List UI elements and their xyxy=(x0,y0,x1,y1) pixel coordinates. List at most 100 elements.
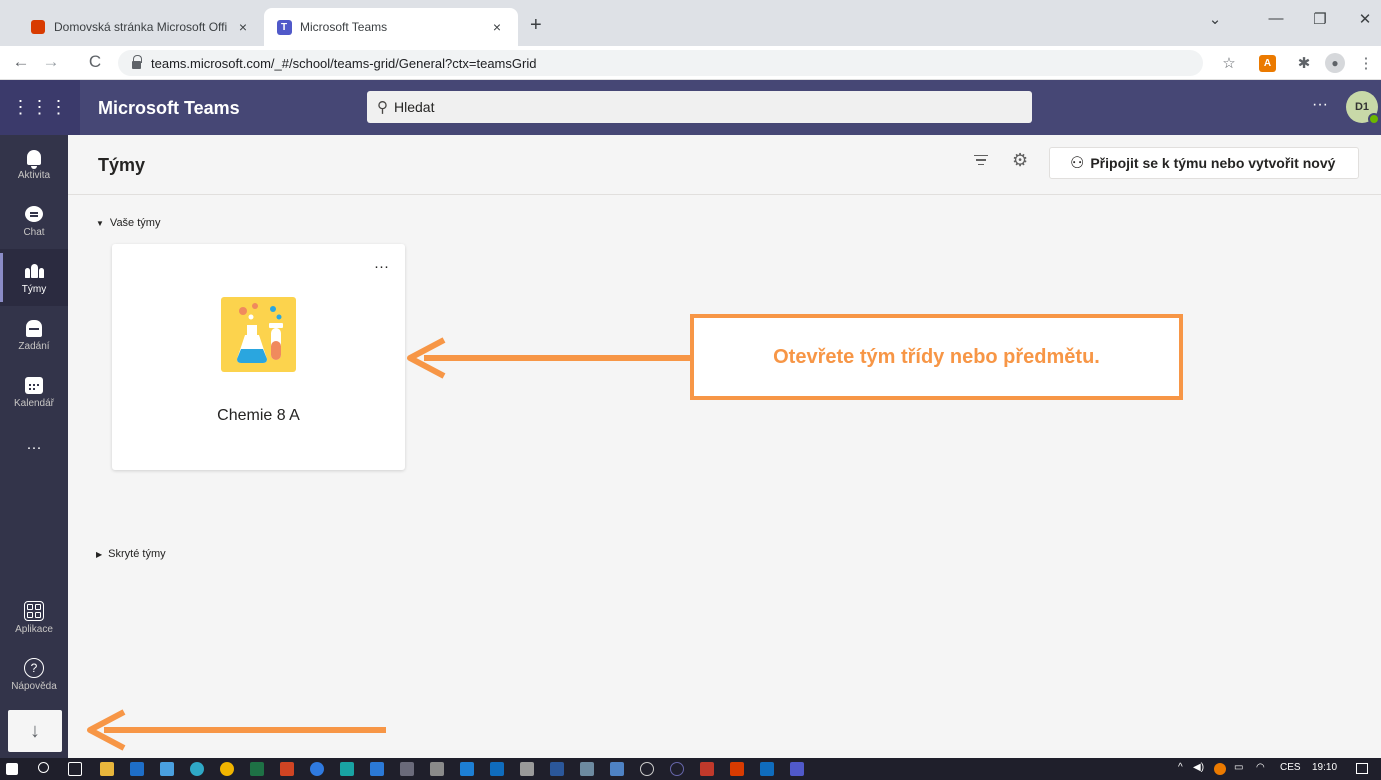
team-card[interactable]: ··· Chemie 8 A xyxy=(112,244,405,470)
notifications-icon[interactable] xyxy=(1356,763,1368,774)
maximize-button[interactable]: ❐ xyxy=(1305,10,1335,28)
word-icon[interactable] xyxy=(550,762,564,776)
tab-office-home[interactable]: Domovská stránka Microsoft Offi × xyxy=(18,8,264,46)
lock-icon xyxy=(132,54,142,69)
outlook-icon[interactable] xyxy=(760,762,774,776)
chrome-icon[interactable] xyxy=(220,762,234,776)
search-icon[interactable] xyxy=(38,762,49,773)
tab-microsoft-teams[interactable]: T Microsoft Teams × xyxy=(264,8,518,46)
search-placeholder: Hledat xyxy=(394,99,435,115)
chemistry-flask-icon xyxy=(221,297,296,372)
rail-item-teams[interactable]: Týmy xyxy=(0,249,68,306)
minimize-button[interactable]: — xyxy=(1261,10,1291,27)
address-bar[interactable]: teams.microsoft.com/_#/school/teams-grid… xyxy=(118,50,1203,76)
app-tray-icon[interactable] xyxy=(1214,763,1226,775)
office-extension-icon[interactable]: A xyxy=(1259,55,1276,72)
profile-icon[interactable]: ● xyxy=(1325,53,1345,73)
chat-icon xyxy=(23,203,45,225)
app-icon[interactable] xyxy=(610,762,624,776)
close-icon[interactable]: × xyxy=(234,19,252,35)
powerpoint-icon[interactable] xyxy=(280,762,294,776)
ie-icon[interactable] xyxy=(370,762,384,776)
rail-item-help[interactable]: ? Nápověda xyxy=(0,646,68,703)
app-launcher-icon[interactable]: ⋮⋮⋮ xyxy=(0,80,80,135)
tab-title: Domovská stránka Microsoft Offi xyxy=(54,20,228,34)
task-view-icon[interactable] xyxy=(68,762,82,776)
page-header: Týmy ⚙ ⚇ Připojit se k týmu nebo vytvoři… xyxy=(68,135,1381,195)
new-tab-button[interactable]: + xyxy=(530,14,542,37)
app-icon[interactable] xyxy=(700,762,714,776)
rail-item-activity[interactable]: Aktivita xyxy=(0,135,68,192)
instruction-callout: Otevřete tým třídy nebo předmětu. xyxy=(690,314,1183,400)
rail-item-label: Aktivita xyxy=(17,170,51,181)
app-icon[interactable] xyxy=(310,762,324,776)
join-team-icon: ⚇ xyxy=(1070,155,1085,172)
app-icon[interactable] xyxy=(670,762,684,776)
filter-icon[interactable] xyxy=(974,153,988,167)
caret-down-icon: ▼ xyxy=(96,218,104,228)
rail-item-label: Nápověda xyxy=(11,681,57,692)
wifi-icon[interactable]: ◠ xyxy=(1256,762,1265,773)
rail-item-apps[interactable]: Aplikace xyxy=(0,589,68,646)
section-label: Vaše týmy xyxy=(109,217,161,229)
rail-item-label: Aplikace xyxy=(15,624,53,635)
app-icon[interactable] xyxy=(340,762,354,776)
rail-more-apps[interactable]: ··· xyxy=(0,420,68,477)
settings-icon[interactable]: ⚙ xyxy=(1012,150,1028,171)
join-or-create-team-button[interactable]: ⚇ Připojit se k týmu nebo vytvořit nový xyxy=(1049,147,1359,179)
teams-header: ⋮⋮⋮ Microsoft Teams ⚲ Hledat ··· D1 xyxy=(0,80,1381,135)
reload-button[interactable]: C xyxy=(84,52,106,72)
more-options-icon[interactable]: ··· xyxy=(1312,96,1328,114)
app-icon[interactable] xyxy=(430,762,444,776)
office-icon xyxy=(30,19,46,35)
bookmark-star-icon[interactable]: ☆ xyxy=(1219,53,1239,73)
language-indicator[interactable]: CES xyxy=(1280,762,1301,773)
close-icon[interactable]: × xyxy=(488,19,506,35)
tab-search-icon[interactable]: ⌄ xyxy=(1200,10,1230,28)
outlook-icon[interactable] xyxy=(490,762,504,776)
excel-icon[interactable] xyxy=(250,762,264,776)
section-hidden-teams[interactable]: ▶ Skryté týmy xyxy=(96,548,166,560)
battery-icon[interactable]: ▭ xyxy=(1234,762,1243,773)
url-text: teams.microsoft.com/_#/school/teams-grid… xyxy=(151,55,537,71)
section-your-teams[interactable]: ▼ Vaše týmy xyxy=(96,217,160,229)
app-icon[interactable] xyxy=(400,762,414,776)
clock[interactable]: 19:10 xyxy=(1312,762,1337,773)
edge-icon[interactable] xyxy=(190,762,204,776)
search-input[interactable]: ⚲ Hledat xyxy=(367,91,1032,123)
browser-menu-icon[interactable]: ⋮ xyxy=(1356,53,1376,73)
forward-button[interactable]: → xyxy=(40,52,62,72)
back-button[interactable]: ← xyxy=(10,52,32,72)
teams-icon[interactable] xyxy=(790,762,804,776)
more-icon: ··· xyxy=(26,439,42,456)
tab-title: Microsoft Teams xyxy=(300,20,388,34)
help-icon: ? xyxy=(23,657,45,679)
office-icon[interactable] xyxy=(730,762,744,776)
rail-item-assignments[interactable]: Zadání xyxy=(0,306,68,363)
tray-chevron-icon[interactable]: ^ xyxy=(1178,762,1183,773)
app-icon[interactable] xyxy=(640,762,654,776)
store-icon[interactable] xyxy=(130,762,144,776)
file-explorer-icon[interactable] xyxy=(100,762,114,776)
paint-icon[interactable] xyxy=(580,762,594,776)
download-button[interactable]: ↓ xyxy=(8,710,62,752)
browser-toolbar: ← → C teams.microsoft.com/_#/school/team… xyxy=(0,46,1381,80)
windows-taskbar: ^ ◀) ▭ ◠ CES 19:10 xyxy=(0,758,1381,780)
more-options-icon[interactable]: ··· xyxy=(374,258,389,275)
avatar[interactable]: D1 xyxy=(1346,91,1380,125)
rail-item-label: Chat xyxy=(23,227,45,238)
page-title: Týmy xyxy=(98,155,146,175)
apps-icon xyxy=(23,600,45,622)
assignments-icon xyxy=(23,317,45,339)
volume-icon[interactable]: ◀) xyxy=(1193,762,1204,773)
onedrive-icon[interactable] xyxy=(460,762,474,776)
rail-item-chat[interactable]: Chat xyxy=(0,192,68,249)
app-icon[interactable] xyxy=(520,762,534,776)
extensions-puzzle-icon[interactable]: ✱ xyxy=(1294,53,1314,73)
start-icon[interactable] xyxy=(6,763,18,775)
window-close-button[interactable]: ✕ xyxy=(1350,10,1380,28)
rail-item-calendar[interactable]: Kalendář xyxy=(0,363,68,420)
presence-badge xyxy=(1368,113,1380,125)
teams-icon xyxy=(23,260,45,282)
mail-icon[interactable] xyxy=(160,762,174,776)
